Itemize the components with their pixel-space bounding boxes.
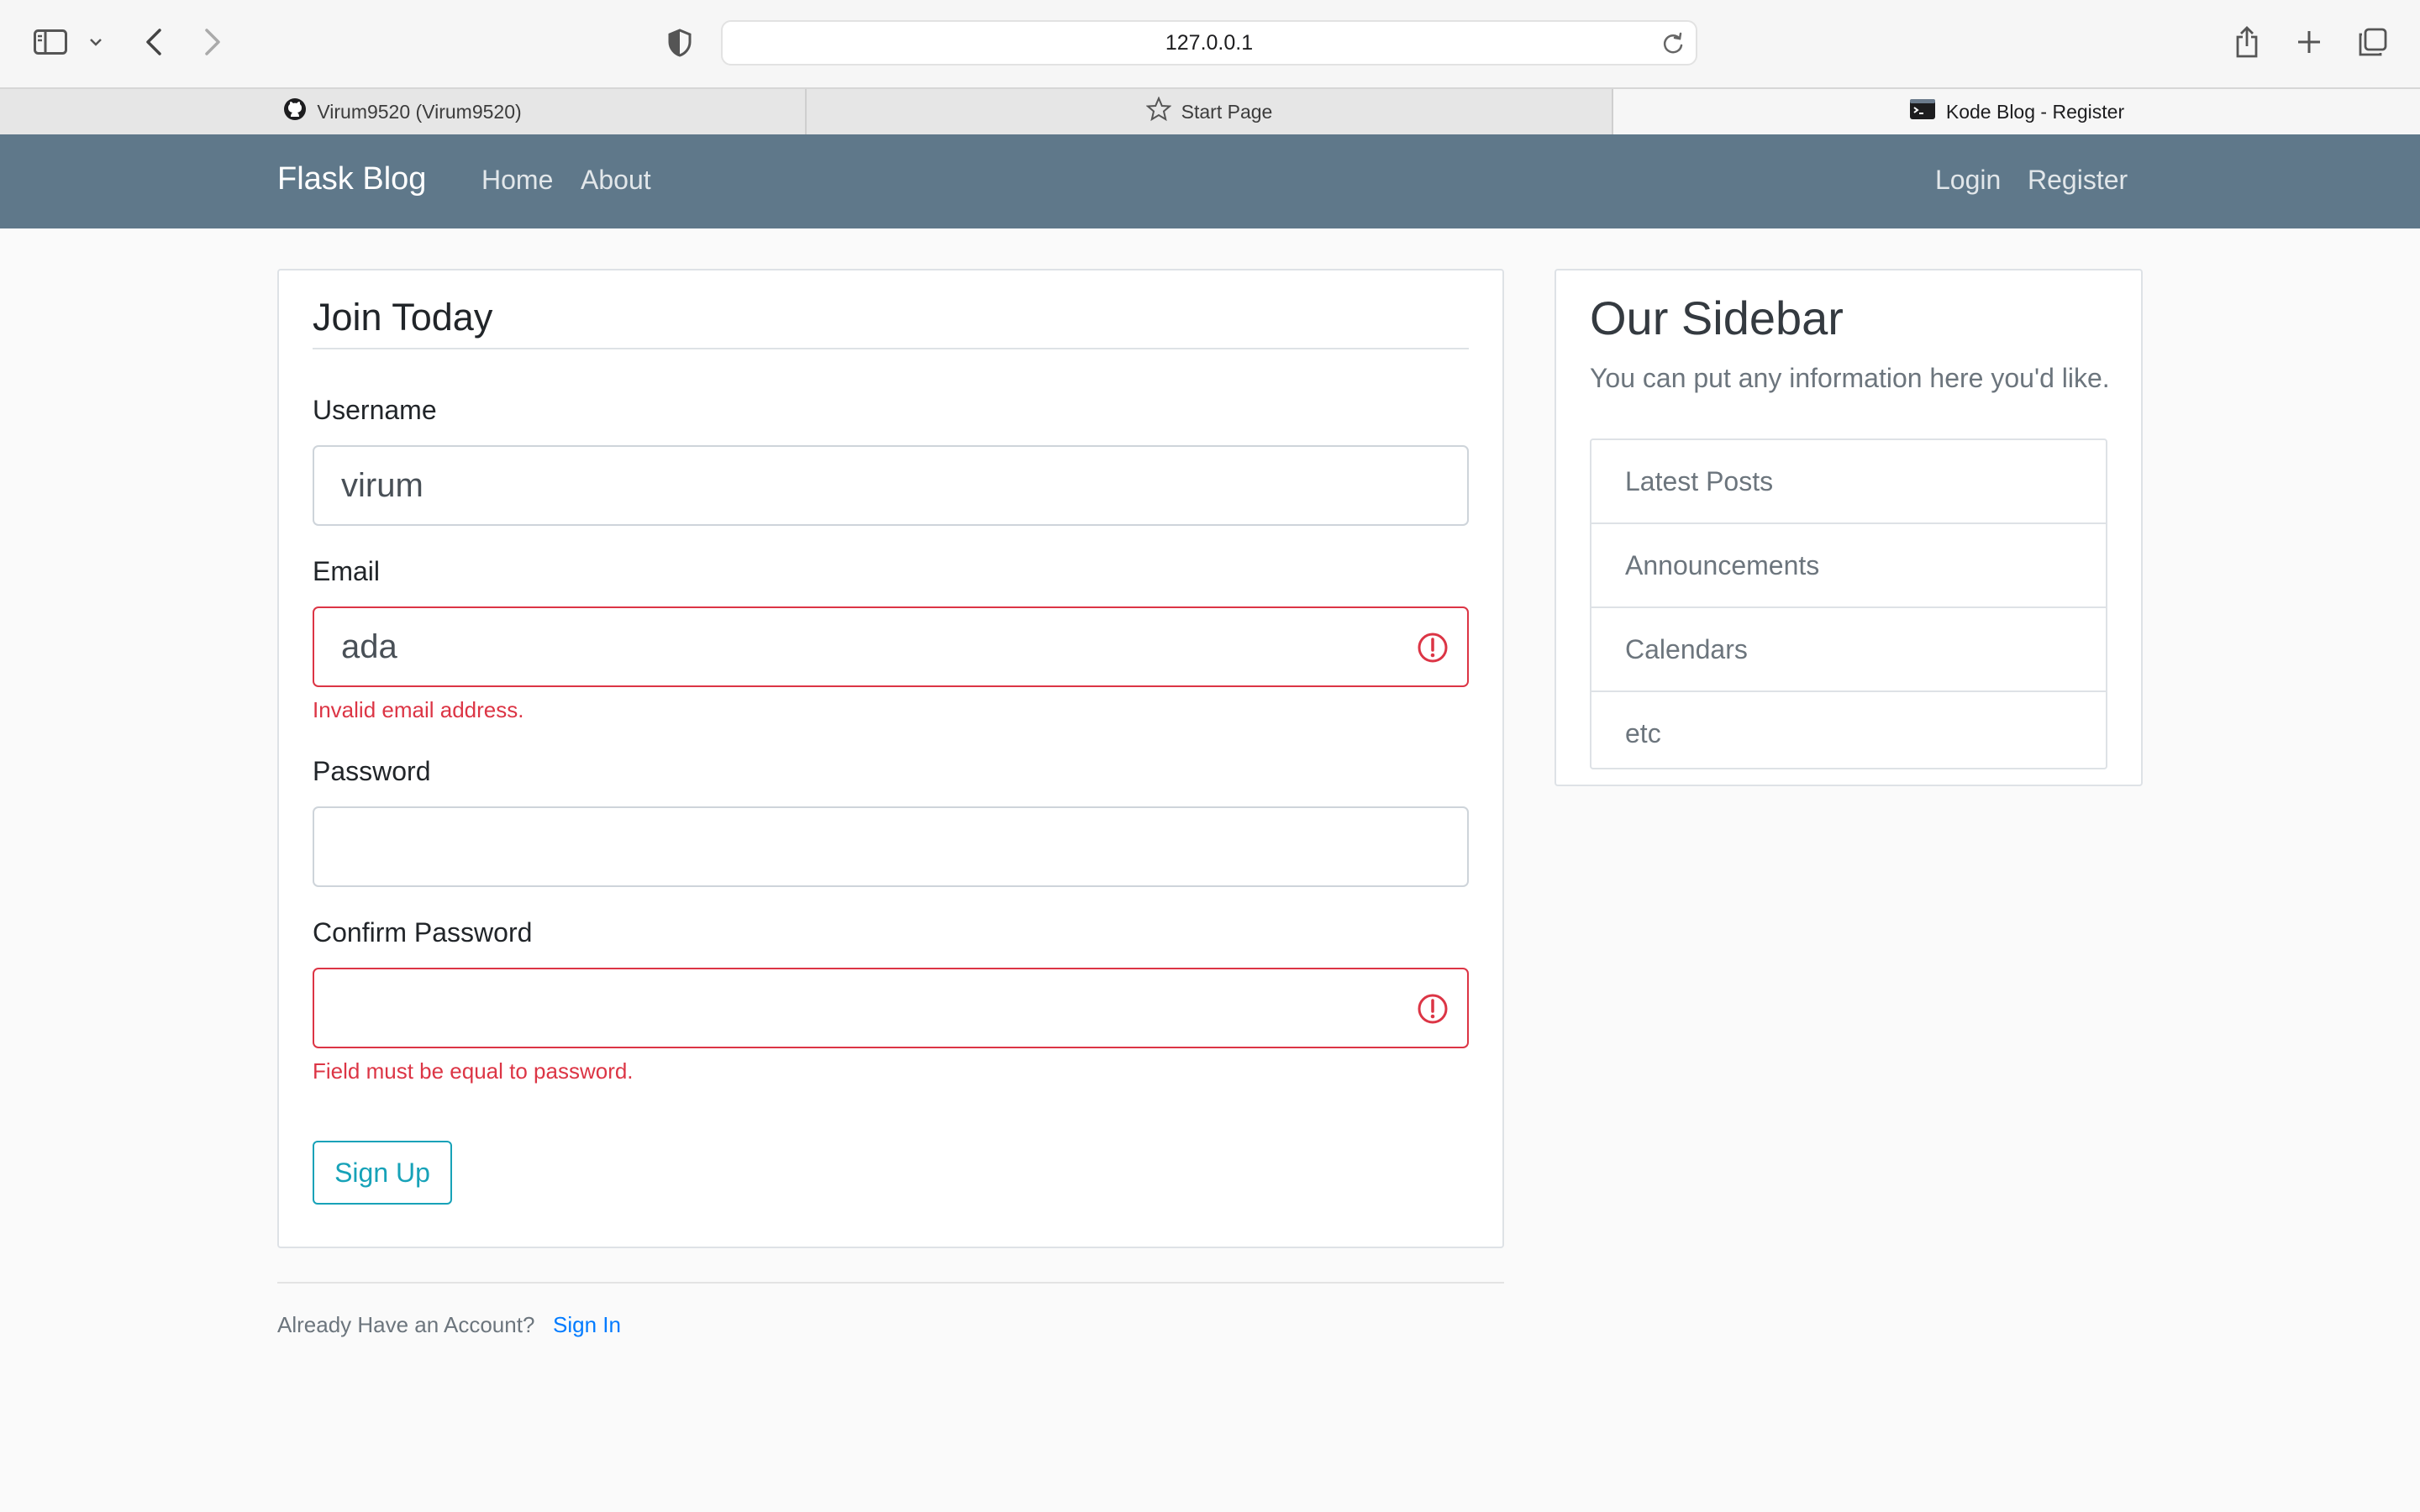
- sign-up-button[interactable]: Sign Up: [313, 1141, 452, 1205]
- have-account-text: Already Have an Account?: [277, 1312, 535, 1337]
- footer-divider: [277, 1282, 1504, 1284]
- star-icon: [1145, 96, 1172, 127]
- tab-overview-icon[interactable]: [2356, 25, 2390, 59]
- error-icon: [1417, 993, 1449, 1033]
- sidebar-list: Latest Posts Announcements Calendars etc: [1590, 438, 2107, 769]
- register-form-card: Join Today Username virum Email ada Inva…: [277, 269, 1504, 1248]
- username-label: Username: [313, 395, 437, 425]
- terminal-icon: [1909, 98, 1936, 125]
- username-input[interactable]: virum: [313, 445, 1469, 526]
- nav-link-home[interactable]: Home: [481, 165, 553, 196]
- sidebar-toggle-icon[interactable]: [34, 27, 67, 57]
- form-legend: Join Today: [313, 296, 1469, 349]
- email-label: Email: [313, 556, 381, 586]
- confirm-password-label: Confirm Password: [313, 917, 533, 948]
- sidebar-card: Our Sidebar You can put any information …: [1555, 269, 2143, 786]
- reload-icon[interactable]: [1662, 32, 1684, 60]
- site-navbar: Flask Blog Home About Login Register: [0, 134, 2420, 228]
- tab-label: Kode Blog - Register: [1945, 100, 2125, 123]
- github-icon: [283, 97, 307, 126]
- email-input[interactable]: ada: [313, 606, 1469, 687]
- sidebar-item-latest-posts[interactable]: Latest Posts: [1591, 440, 2106, 524]
- nav-link-about[interactable]: About: [581, 165, 651, 196]
- confirm-password-error-message: Field must be equal to password.: [313, 1058, 634, 1084]
- sidebar-item-announcements[interactable]: Announcements: [1591, 524, 2106, 608]
- password-input[interactable]: [313, 806, 1469, 887]
- nav-link-register[interactable]: Register: [2028, 165, 2128, 196]
- navbar-brand[interactable]: Flask Blog: [277, 161, 426, 197]
- email-error-message: Invalid email address.: [313, 697, 524, 722]
- tab-start-page[interactable]: Start Page: [807, 89, 1613, 134]
- tab-github[interactable]: Virum9520 (Virum9520): [0, 89, 807, 134]
- confirm-password-input[interactable]: [313, 968, 1469, 1048]
- tab-kode-blog-register[interactable]: Kode Blog - Register: [1613, 89, 2420, 134]
- forward-icon[interactable]: [200, 25, 225, 59]
- sidebar-item-etc[interactable]: etc: [1591, 692, 2106, 774]
- sign-in-link[interactable]: Sign In: [553, 1312, 621, 1338]
- tab-bar: Virum9520 (Virum9520) Start Page Kode Bl…: [0, 87, 2420, 134]
- sidebar-title: Our Sidebar: [1590, 291, 1844, 344]
- url-text: 127.0.0.1: [1165, 30, 1254, 55]
- new-tab-icon[interactable]: [2294, 27, 2324, 57]
- error-icon: [1417, 632, 1449, 672]
- nav-link-login[interactable]: Login: [1935, 165, 2001, 196]
- share-icon[interactable]: [2232, 24, 2262, 60]
- browser-toolbar: 127.0.0.1: [0, 0, 2420, 87]
- back-icon[interactable]: [141, 25, 166, 59]
- chevron-down-icon[interactable]: [87, 32, 104, 52]
- tab-label: Virum9520 (Virum9520): [317, 100, 522, 123]
- sidebar-item-calendars[interactable]: Calendars: [1591, 608, 2106, 692]
- privacy-shield-icon[interactable]: [666, 27, 694, 59]
- password-label: Password: [313, 756, 431, 786]
- username-value: virum: [341, 466, 424, 504]
- address-bar[interactable]: 127.0.0.1: [721, 20, 1697, 66]
- tab-label: Start Page: [1181, 100, 1273, 123]
- email-value: ada: [341, 627, 397, 665]
- sidebar-description: You can put any information here you'd l…: [1590, 363, 2110, 393]
